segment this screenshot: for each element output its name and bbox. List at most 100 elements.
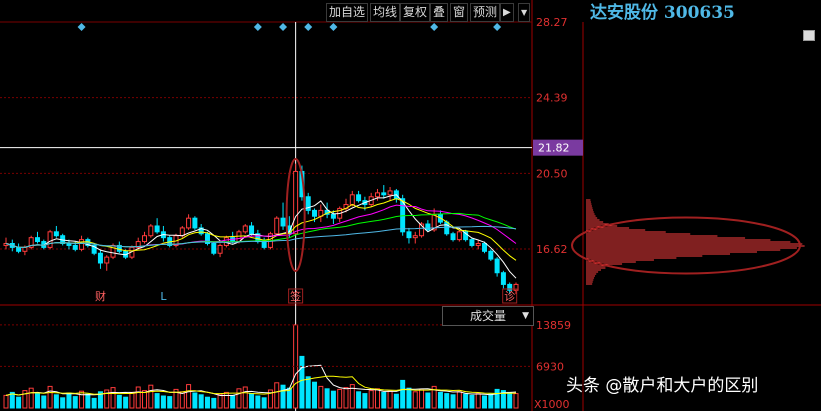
event-diamond-icon	[493, 23, 502, 31]
volume-bar	[198, 394, 204, 409]
candle	[116, 241, 122, 254]
copy-icon[interactable]	[803, 30, 815, 41]
volume-bar	[274, 382, 280, 409]
candle-body	[154, 225, 160, 233]
candle-body	[312, 209, 318, 217]
candle	[211, 241, 217, 256]
volume-bar	[337, 388, 343, 409]
price-tick-label: 16.62	[536, 243, 568, 256]
ma10-line	[5, 198, 517, 261]
candle-body	[456, 231, 462, 241]
event-diamond-icon	[329, 23, 338, 31]
candle	[274, 216, 280, 236]
candle	[387, 187, 393, 201]
volume-bar	[400, 379, 406, 409]
indicator-select[interactable]: 成交量 ▼	[442, 306, 534, 326]
volume-bar	[79, 390, 85, 409]
ma-button[interactable]: 均线	[370, 3, 401, 22]
candle-body	[280, 217, 286, 227]
candle-body	[444, 221, 450, 235]
candle	[500, 270, 506, 289]
candle-body	[330, 213, 336, 219]
candle-body	[500, 272, 506, 285]
candle	[280, 202, 286, 230]
volume-bar	[3, 394, 9, 409]
volume-bar	[230, 394, 236, 409]
candle-body	[186, 217, 192, 229]
volume-bar	[72, 396, 78, 409]
volume-bar	[425, 392, 431, 409]
candle	[192, 216, 198, 230]
volume-bar	[374, 388, 380, 409]
chevron-down-icon[interactable]: ▼	[518, 3, 531, 22]
candle	[463, 229, 469, 242]
forecast-button[interactable]: 预测	[470, 3, 501, 22]
volume-bar	[41, 395, 47, 409]
window-button[interactable]: 窗	[450, 3, 469, 22]
candle	[293, 163, 299, 235]
candle	[469, 237, 475, 248]
candle-body	[381, 192, 387, 196]
candle-body	[374, 192, 380, 198]
candle-body	[142, 235, 148, 243]
candle-body	[34, 237, 40, 243]
volume-bar	[286, 387, 292, 409]
candle	[198, 224, 204, 236]
candle-body	[16, 246, 22, 252]
candle-body	[211, 243, 217, 254]
candle	[53, 225, 59, 238]
event-diamond-icon	[430, 23, 439, 31]
candle	[494, 257, 500, 277]
volume-bar	[507, 391, 513, 409]
volume-bar	[488, 393, 494, 409]
volume-bar	[34, 393, 40, 409]
candle-body	[249, 225, 255, 235]
candle	[450, 231, 456, 242]
crosshair-price-label: 21.82	[538, 142, 570, 155]
candle-body	[450, 233, 456, 241]
volume-bar	[494, 388, 500, 409]
candle	[475, 239, 481, 250]
volume-bar	[419, 389, 425, 409]
event-diamond-icon	[304, 23, 313, 31]
overlay-button[interactable]: 叠	[430, 3, 449, 22]
volume-bar	[356, 391, 362, 409]
volume-bar	[324, 388, 330, 409]
volume-bar	[456, 391, 462, 409]
candle	[381, 185, 387, 199]
add-watchlist-button[interactable]: 加自选	[326, 3, 369, 22]
candle-body	[406, 231, 412, 239]
volume-bar	[28, 387, 34, 409]
profile-highlight-ellipse	[571, 216, 801, 275]
play-button[interactable]: ▶	[500, 3, 514, 22]
volume-bar	[362, 393, 368, 409]
volume-bar	[47, 385, 53, 409]
kline-chart[interactable]: 28.27 24.39 20.50 16.62 21.82 财 L 签 诊 13859 6930 X1…	[0, 0, 821, 411]
candle	[28, 235, 34, 250]
volume-bar	[142, 390, 148, 409]
volume-bar	[236, 388, 242, 409]
candle	[318, 204, 324, 223]
candle-body	[387, 190, 393, 196]
volume-bar	[154, 393, 160, 409]
candle	[97, 249, 103, 269]
chart-stage[interactable]: 28.27 24.39 20.50 16.62 21.82 财 L 签 诊 13859 6930 X1…	[0, 0, 821, 411]
volume-bar	[148, 384, 154, 409]
event-diamond-icon	[77, 23, 86, 31]
candle	[242, 224, 248, 234]
candle	[160, 225, 166, 242]
candle	[34, 231, 40, 244]
candle	[488, 249, 494, 262]
candle-body	[475, 243, 481, 246]
candle	[186, 214, 192, 230]
restore-rights-button[interactable]: 复权	[400, 3, 431, 22]
event-diamond-icon	[253, 23, 262, 31]
candle	[91, 243, 97, 256]
stock-title: 达安股份 300635	[590, 3, 735, 23]
candle-body	[97, 252, 103, 264]
candle-body	[494, 258, 500, 274]
candle-body	[356, 194, 362, 202]
candle-body	[425, 223, 431, 231]
event-marker-label: 签	[290, 289, 301, 303]
volume-bar	[412, 391, 418, 409]
